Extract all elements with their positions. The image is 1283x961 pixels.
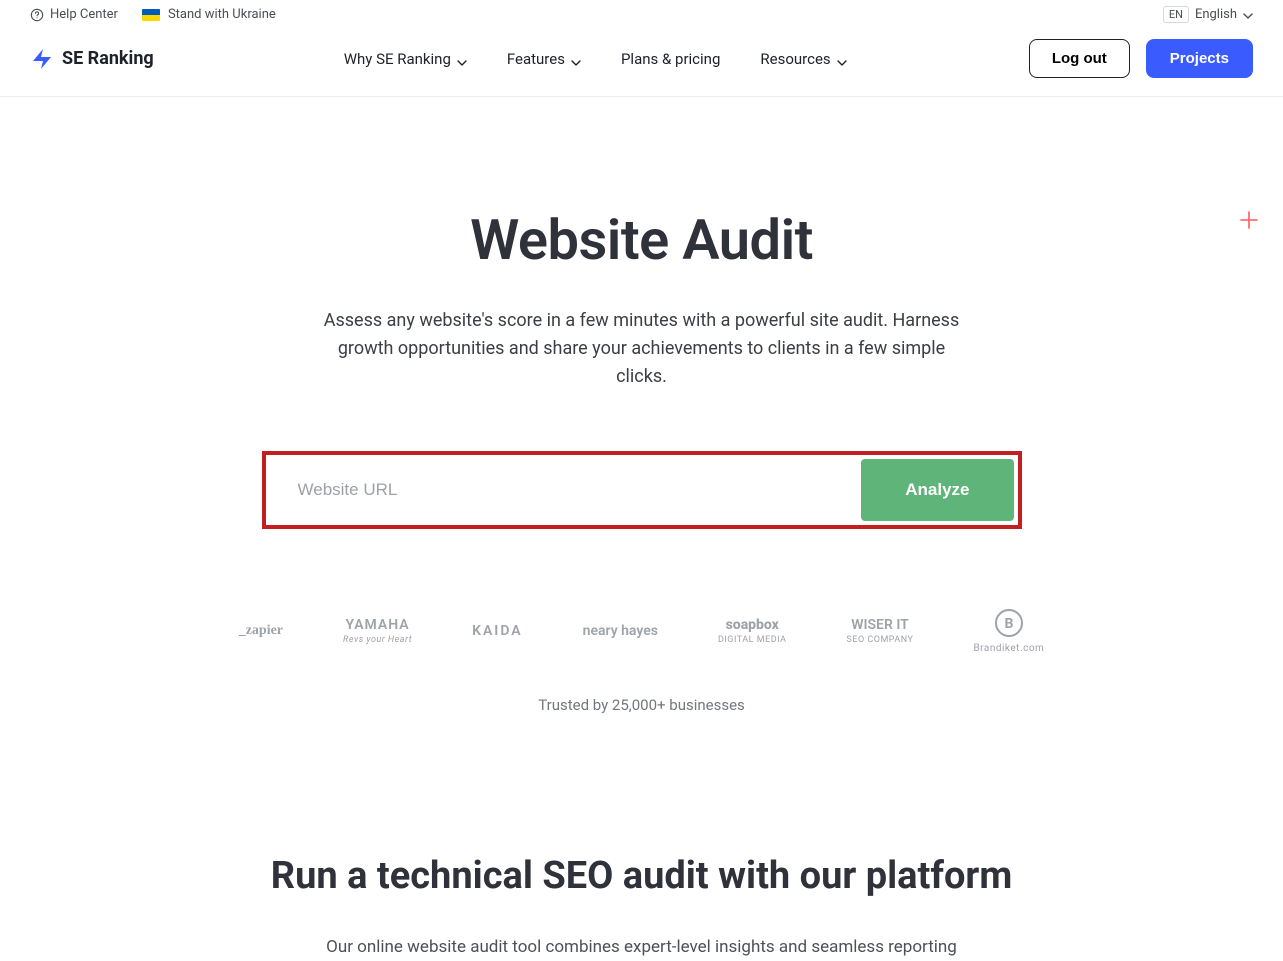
- primary-nav: Why SE Ranking Features Plans & pricing …: [344, 50, 847, 68]
- language-switcher[interactable]: EN English: [1163, 6, 1253, 23]
- header-actions: Log out Projects: [1029, 39, 1253, 78]
- help-center-link[interactable]: Help Center: [30, 7, 118, 22]
- projects-button[interactable]: Projects: [1146, 39, 1253, 78]
- floating-add-button[interactable]: [1239, 210, 1259, 236]
- brand-logo[interactable]: SE Ranking: [30, 47, 154, 71]
- nav-item-label: Features: [507, 50, 565, 68]
- chevron-down-icon: [1243, 10, 1253, 20]
- help-center-label: Help Center: [50, 7, 118, 22]
- brand-mark-icon: [30, 47, 54, 71]
- logo-wiser-it: WISER IT SEO COMPANY: [847, 617, 914, 645]
- nav-item-label: Why SE Ranking: [344, 50, 451, 68]
- logo-zapier: _zapier: [239, 623, 283, 639]
- brandiket-icon: B: [995, 609, 1023, 641]
- svg-text:B: B: [1004, 616, 1013, 632]
- section-title: Run a technical SEO audit with our platf…: [192, 854, 1092, 898]
- plus-icon: [1239, 211, 1259, 236]
- website-url-input[interactable]: [270, 459, 862, 521]
- section-body: Our online website audit tool combines e…: [192, 934, 1092, 961]
- utility-bar-left: Help Center Stand with Ukraine: [30, 7, 276, 22]
- chevron-down-icon: [571, 54, 581, 64]
- nav-item-resources[interactable]: Resources: [760, 50, 846, 68]
- url-form-highlight: Analyze: [262, 451, 1022, 529]
- technical-audit-section: Run a technical SEO audit with our platf…: [192, 854, 1092, 961]
- analyze-button[interactable]: Analyze: [861, 459, 1013, 521]
- logo-brandiket: B Brandiket.com: [973, 609, 1044, 654]
- utility-bar: Help Center Stand with Ukraine EN Englis…: [0, 0, 1283, 29]
- nav-item-features[interactable]: Features: [507, 50, 581, 68]
- ukraine-label: Stand with Ukraine: [168, 7, 276, 22]
- ukraine-link[interactable]: Stand with Ukraine: [142, 7, 276, 22]
- main-header: SE Ranking Why SE Ranking Features Plans…: [0, 29, 1283, 97]
- help-icon: [30, 8, 44, 22]
- logo-soapbox: soapbox DIGITAL MEDIA: [718, 617, 787, 645]
- logo-yamaha: YAMAHA Revs your Heart: [343, 617, 412, 645]
- url-form: Analyze: [270, 459, 1014, 521]
- page-title: Website Audit: [152, 207, 1132, 273]
- brand-name: SE Ranking: [62, 48, 154, 69]
- ukraine-flag-icon: [142, 9, 160, 21]
- logo-neary-hayes: neary hayes: [583, 623, 658, 639]
- chevron-down-icon: [457, 54, 467, 64]
- logout-button[interactable]: Log out: [1029, 39, 1130, 78]
- chevron-down-icon: [837, 54, 847, 64]
- nav-item-label: Plans & pricing: [621, 50, 720, 68]
- trusted-by-text: Trusted by 25,000+ businesses: [152, 696, 1132, 714]
- nav-item-label: Resources: [760, 50, 830, 68]
- customer-logos-row: _zapier YAMAHA Revs your Heart KAIDA nea…: [152, 609, 1132, 654]
- hero-section: Website Audit Assess any website's score…: [152, 97, 1132, 714]
- language-name: English: [1195, 7, 1237, 22]
- nav-item-plans[interactable]: Plans & pricing: [621, 50, 720, 68]
- page-subtitle: Assess any website's score in a few minu…: [322, 307, 962, 391]
- nav-item-why[interactable]: Why SE Ranking: [344, 50, 467, 68]
- logo-kaida: KAIDA: [472, 623, 523, 639]
- language-code-badge: EN: [1163, 6, 1189, 23]
